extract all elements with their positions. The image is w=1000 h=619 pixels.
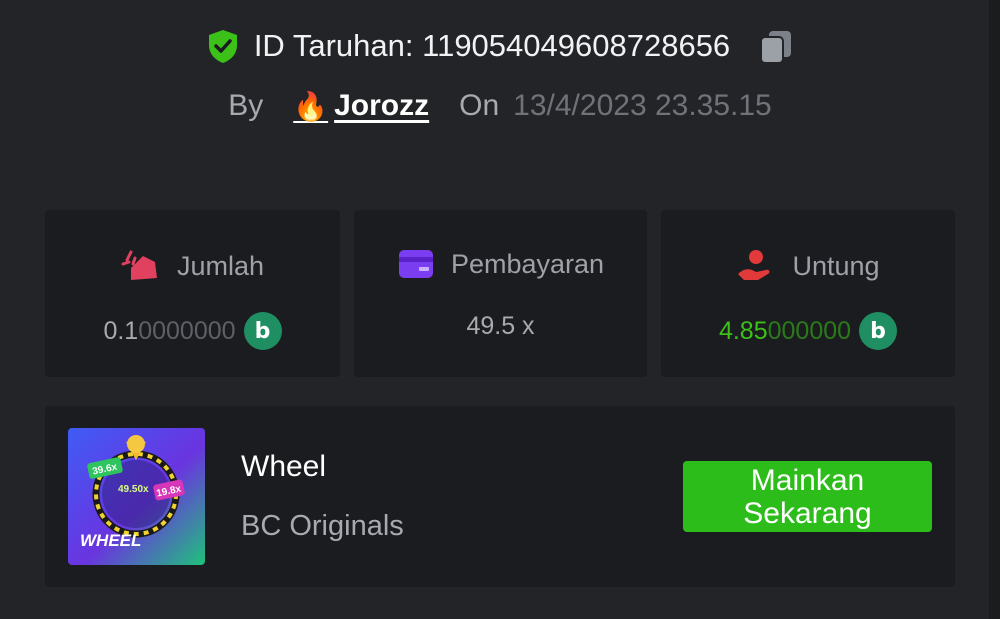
stat-card-payout: Pembayaran 49.5 x xyxy=(354,210,647,377)
payout-value: 49.5 x xyxy=(466,312,535,340)
stat-card-profit: Untung 4.85 000000 b xyxy=(661,210,955,377)
stat-value-amount: 0.1 0000000 b xyxy=(45,312,340,350)
bet-id-text: ID Taruhan: 119054049608728656 xyxy=(254,28,730,64)
profit-hand-icon xyxy=(738,250,770,280)
bc-coin-icon: b xyxy=(859,312,898,350)
by-label: By xyxy=(228,89,264,122)
game-thumbnail[interactable]: 39.6x 49.50x 19.8x WHEEL xyxy=(68,428,205,565)
payout-card-icon xyxy=(398,250,433,278)
bet-meta-row: By 🔥 Jorozz On 13/4/2023 23.35.15 xyxy=(0,84,1000,128)
stat-card-amount: Jumlah 0.1 0000000 b xyxy=(45,210,340,377)
thumb-badge-2: 49.50x xyxy=(118,484,149,495)
amount-value-rest: 0000000 xyxy=(138,316,236,345)
user-link[interactable]: 🔥 Jorozz xyxy=(293,89,429,123)
game-provider: BC Originals xyxy=(241,510,404,542)
bet-datetime: 13/4/2023 23.35.15 xyxy=(513,89,772,122)
stat-value-profit: 4.85 000000 b xyxy=(661,312,955,350)
shield-check-icon xyxy=(208,30,237,63)
stat-value-payout: 49.5 x xyxy=(354,312,647,341)
on-label: On xyxy=(459,89,500,122)
wheel-thumbnail-art: 39.6x 49.50x 19.8x WHEEL xyxy=(68,428,205,565)
game-name[interactable]: Wheel xyxy=(241,450,326,484)
profit-value-rest: 000000 xyxy=(767,316,852,345)
bet-id-row: ID Taruhan: 119054049608728656 xyxy=(0,24,1000,68)
bet-amount-icon xyxy=(121,250,157,280)
stat-label-profit: Untung xyxy=(792,250,880,281)
stat-label-amount: Jumlah xyxy=(176,250,265,281)
fire-icon: 🔥 xyxy=(293,90,329,122)
amount-value-main: 0.1 xyxy=(103,316,139,345)
play-now-button[interactable]: Mainkan Sekarang xyxy=(683,461,932,532)
stat-label-payout: Pembayaran xyxy=(450,248,605,279)
game-card: 39.6x 49.50x 19.8x WHEEL Wheel BC Origin… xyxy=(45,406,955,587)
bet-id-label: ID Taruhan: xyxy=(253,28,414,63)
copy-icon[interactable] xyxy=(756,26,796,66)
user-name: Jorozz xyxy=(334,89,430,122)
thumb-title: WHEEL xyxy=(80,531,141,550)
bet-id-value: 119054049608728656 xyxy=(422,28,731,63)
bc-coin-icon: b xyxy=(243,312,282,350)
profit-value-main: 4.85 xyxy=(718,316,768,345)
